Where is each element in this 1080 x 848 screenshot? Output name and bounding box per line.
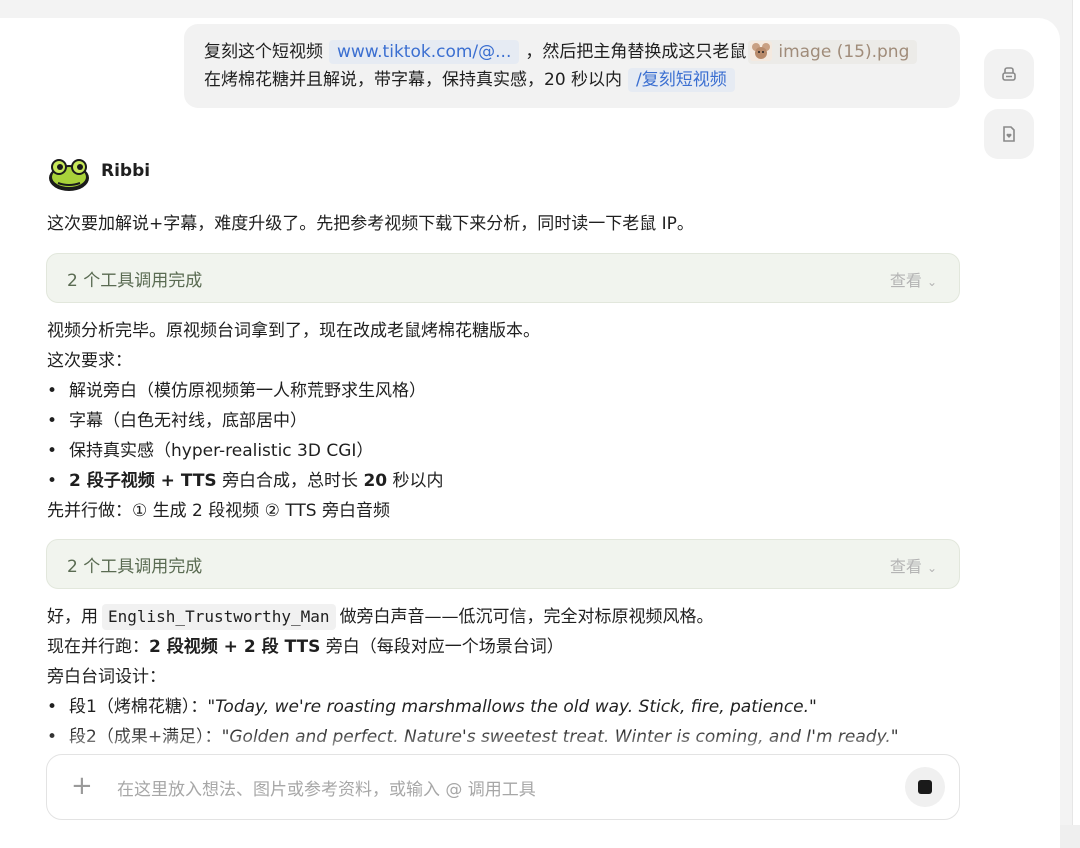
list-item-bold: 20 [363,471,388,491]
bullet-icon: • [47,411,58,431]
app-frame: 复刻这个短视频 www.tiktok.com/@... ，然后把主角替换成这只老鼠 i… [0,0,1080,848]
bullet-icon: • [47,697,58,717]
user-message-bubble: 复刻这个短视频 www.tiktok.com/@... ，然后把主角替换成这只老鼠 i… [184,24,960,108]
plus-icon[interactable]: + [71,771,93,801]
bullet-icon: • [47,441,58,461]
tool-calls-panel-2[interactable]: 2 个工具调用完成 查看 ⌄ [46,539,960,589]
list-item-text: 旁白合成，总时长 [222,471,359,491]
tool-calls-panel-1[interactable]: 2 个工具调用完成 查看 ⌄ [46,253,960,303]
ribbi-avatar [49,159,89,191]
stop-button[interactable] [905,767,945,807]
document-heart-icon [1003,126,1015,142]
right-panel-edge [1072,0,1080,825]
list-item: • 2 段子视频 + TTS 旁白合成，总时长 20 秒以内 [47,468,444,494]
link-chip[interactable]: www.tiktok.com/@... [329,40,520,64]
voice-text: 做旁白声音——低沉可信，完全对标原视频风格。 [339,607,714,627]
user-message-text: ，然后把主角替换成这只老鼠 [525,42,747,62]
bullet-icon: • [47,471,58,491]
document-button[interactable] [984,109,1034,159]
segment-quote: "Golden and perfect. Nature's sweetest t… [221,727,899,747]
archive-box-icon [1002,67,1016,81]
running-prefix: 现在并行跑： [47,637,149,657]
script-heading: 旁白台词设计： [47,667,166,687]
list-item-text: 秒以内 [392,471,444,491]
list-item-text: 字幕（白色无衬线，底部居中） [69,411,307,431]
segment-label: 段1（烤棉花糖）： [69,697,208,717]
archive-button[interactable] [984,49,1034,99]
view-label: 查看 [889,271,922,290]
mouse-thumbnail-icon [750,41,773,61]
requirements-heading: 这次要求： [47,351,132,371]
view-label: 查看 [889,557,922,576]
assistant-intro: 这次要加解说+字幕，难度升级了。先把参考视频下载下来分析，同时读一下老鼠 IP。 [47,214,694,234]
user-message-text: 在烤棉花糖并且解说，带字幕，保持真实感，20 秒以内 [204,70,623,90]
list-item: • 保持真实感（hyper-realistic 3D CGI） [47,438,373,464]
running-suffix: 旁白（每段对应一个场景台词） [325,637,564,657]
user-message-line-1: 复刻这个短视频 www.tiktok.com/@... ，然后把主角替换成这只老鼠 i… [204,40,918,64]
voice-choice-text: 好，用 English_Trustworthy_Man 做旁白声音——低沉可信，完全… [47,604,714,630]
view-toggle[interactable]: 查看 ⌄ [890,267,937,291]
list-item: • 段2（成果+满足）："Golden and perfect. Nature's… [47,724,899,750]
running-bold: 2 段视频 + 2 段 TTS [149,637,321,657]
chat-input-box[interactable]: + 在这里放入想法、图片或参考资料，或输入 @ 调用工具 [46,754,960,820]
chat-input-placeholder[interactable]: 在这里放入想法、图片或参考资料，或输入 @ 调用工具 [117,775,536,800]
segment-quote: "Today, we're roasting marshmallows the … [207,697,817,717]
user-message-text: 复刻这个短视频 [204,42,323,62]
running-text: 现在并行跑：2 段视频 + 2 段 TTS 旁白（每段对应一个场景台词） [47,634,564,660]
list-item: • 解说旁白（模仿原视频第一人称荒野求生风格） [47,378,426,404]
list-item: • 字幕（白色无衬线，底部居中） [47,408,307,434]
user-message-line-2: 在烤棉花糖并且解说，带字幕，保持真实感，20 秒以内/复刻短视频 [204,68,735,92]
view-toggle[interactable]: 查看 ⌄ [890,553,937,577]
tool-calls-title: 2 个工具调用完成 [67,271,203,291]
skill-chip[interactable]: /复刻短视频 [628,68,735,92]
bullet-icon: • [47,381,58,401]
bullet-icon: • [47,727,58,747]
list-item: • 段1（烤棉花糖）："Today, we're roasting marshma… [47,694,817,720]
list-item-text: 保持真实感（hyper-realistic 3D CGI） [69,441,374,461]
image-filename: image (15).png [778,42,910,62]
chevron-down-icon: ⌄ [926,275,937,289]
voice-code-chip: English_Trustworthy_Man [102,604,336,630]
segment-label: 段2（成果+满足）： [69,727,222,747]
analysis-done-text: 视频分析完毕。原视频台词拿到了，现在改成老鼠烤棉花糖版本。 [47,321,540,341]
tool-calls-title: 2 个工具调用完成 [67,557,203,577]
list-item-bold: 2 段子视频 + TTS [69,471,217,491]
assistant-name: Ribbi [101,161,151,181]
list-item-text: 解说旁白（模仿原视频第一人称荒野求生风格） [69,381,426,401]
voice-text: 好，用 [47,607,98,627]
chevron-down-icon: ⌄ [926,561,937,575]
image-attachment-chip[interactable]: image (15).png [748,40,918,64]
parallel-plan-text: 先并行做：① 生成 2 段视频 ② TTS 旁白音频 [47,501,390,521]
chat-panel: 复刻这个短视频 www.tiktok.com/@... ，然后把主角替换成这只老鼠 i… [0,18,1060,848]
stop-icon [918,780,932,794]
